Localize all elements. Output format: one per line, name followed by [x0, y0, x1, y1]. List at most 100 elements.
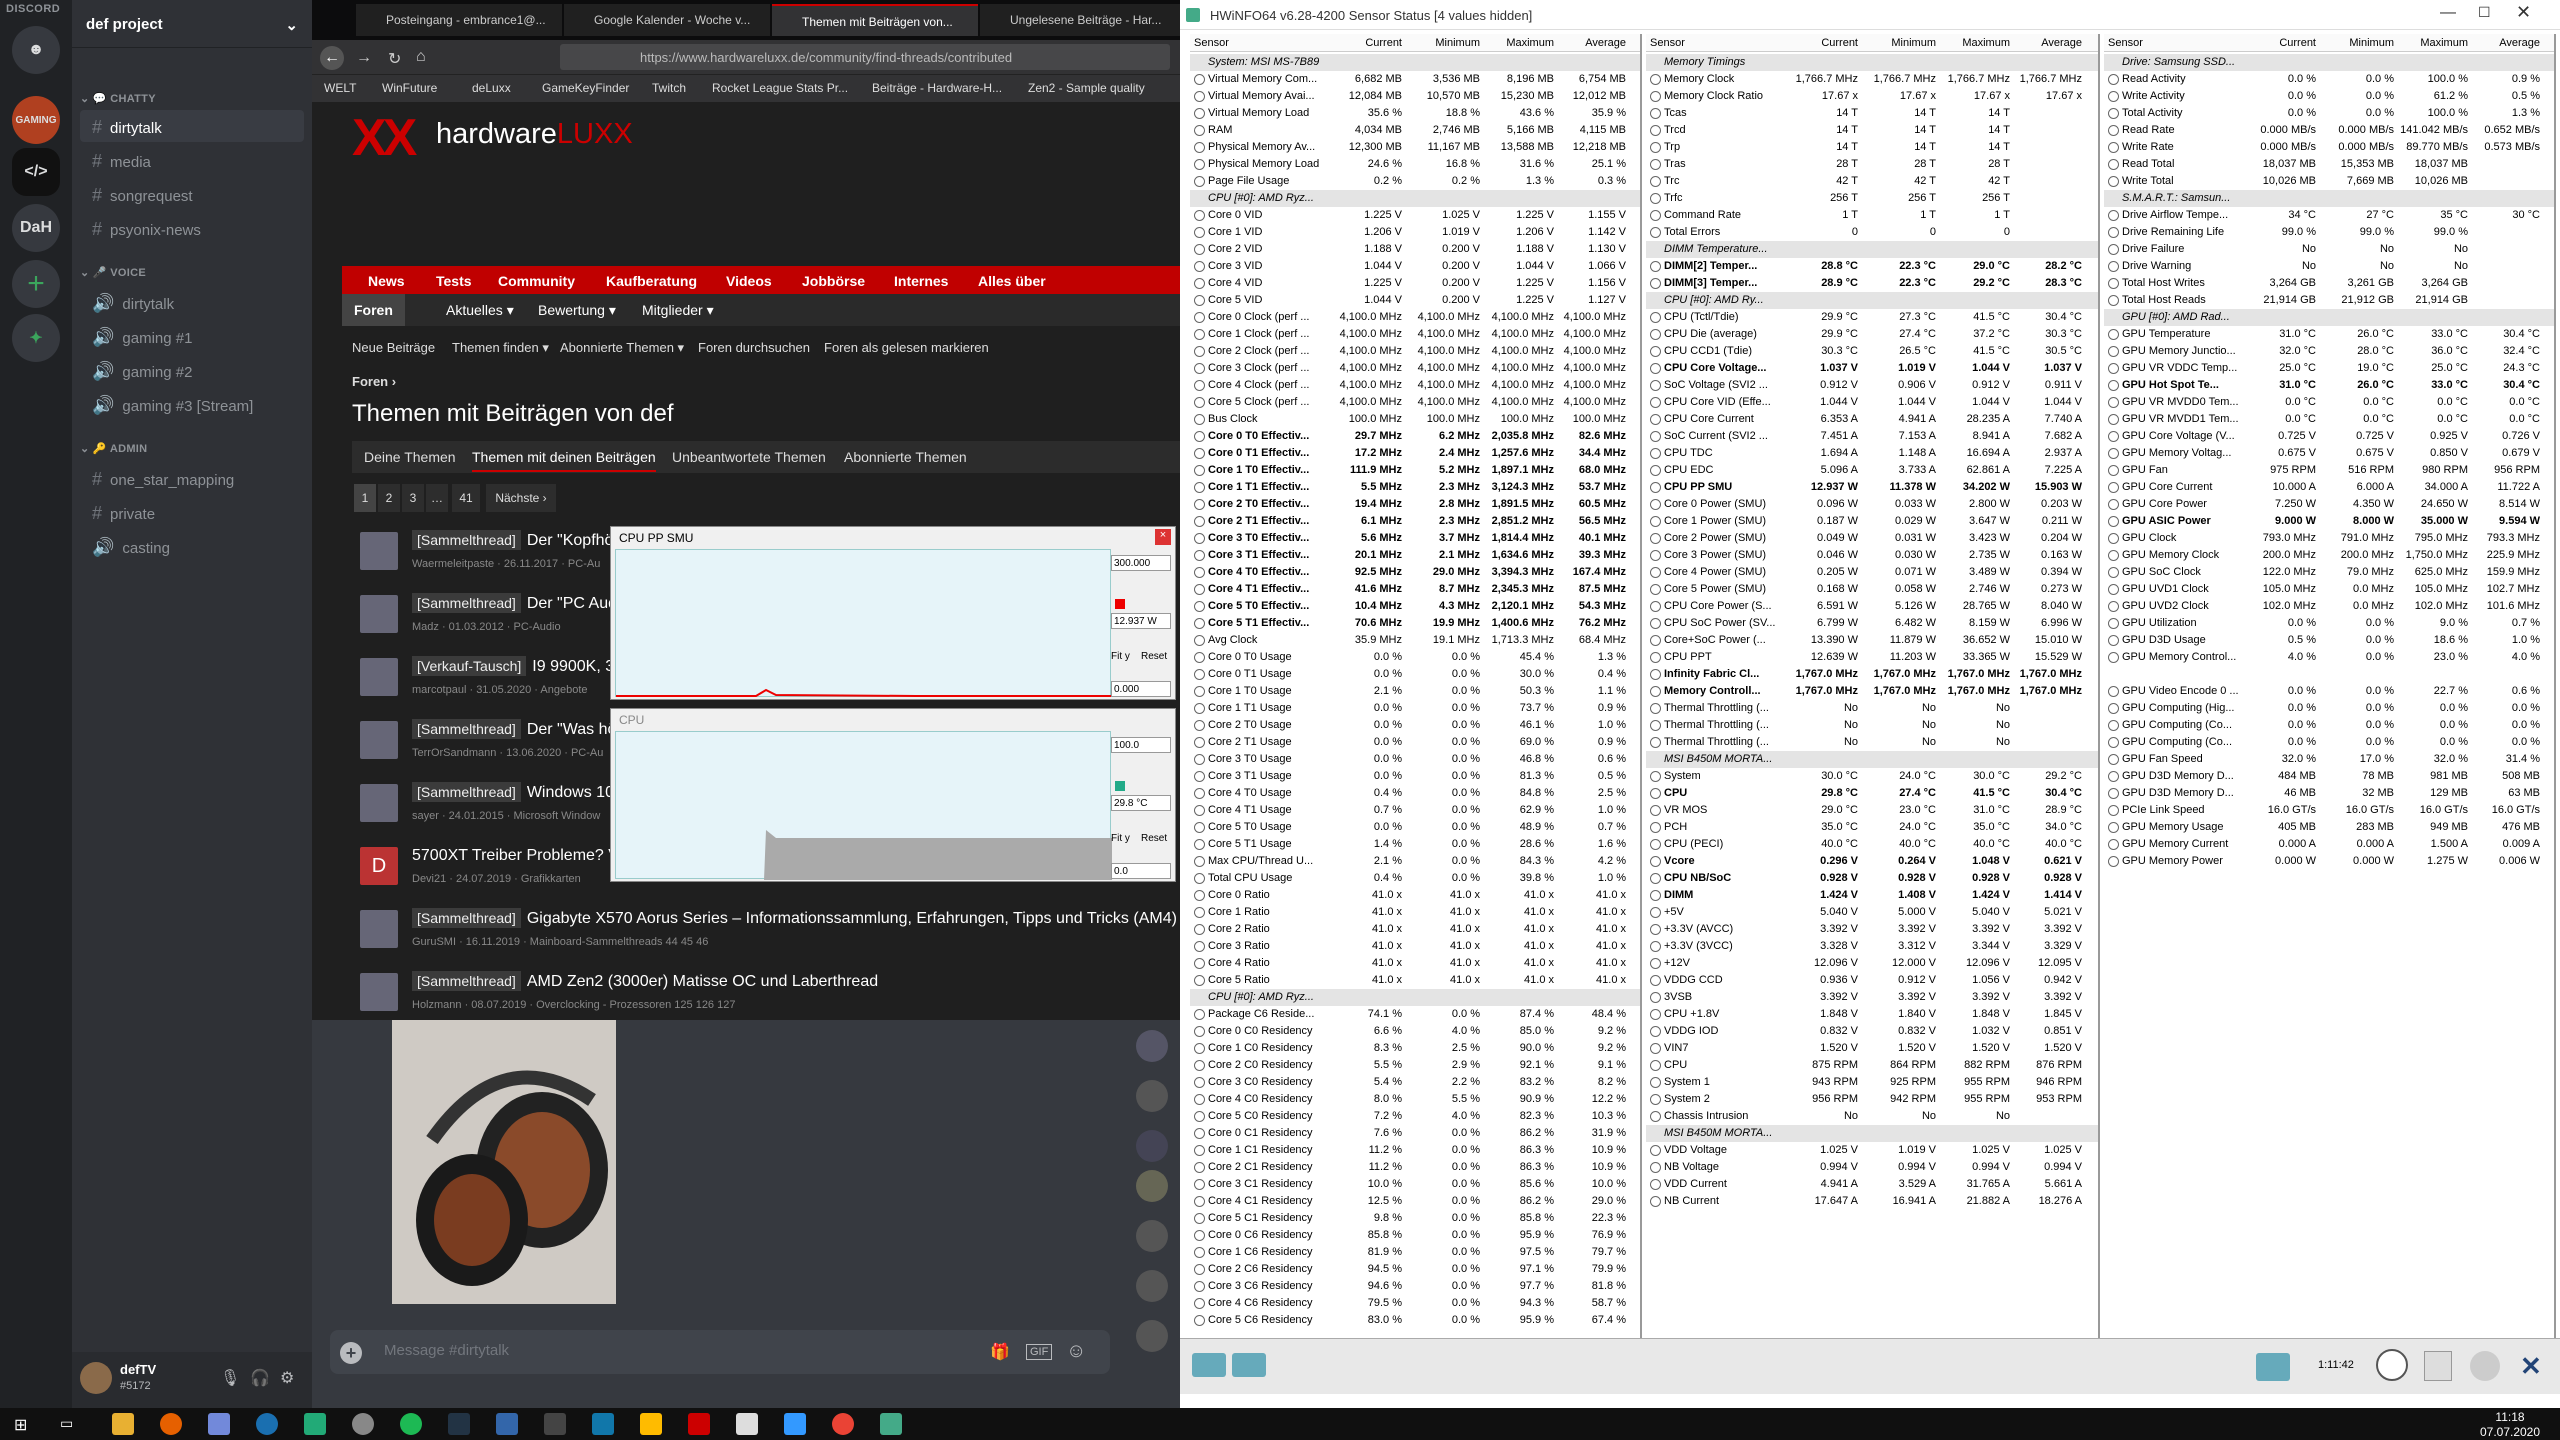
- category-voice[interactable]: ⌄ 🎤 VOICE: [80, 266, 146, 279]
- server-dah[interactable]: DaH: [12, 204, 60, 252]
- app-icon[interactable]: [784, 1413, 806, 1435]
- sensor-row[interactable]: Memory Clock Ratio 17.67 x 17.67 x 17.67 x1…: [1646, 88, 2098, 105]
- column-header[interactable]: Average: [1570, 37, 1626, 49]
- sensor-row[interactable]: Read Activity 0.0 % 0.0 % 100.0 % 0.9 %: [2104, 71, 2554, 88]
- site-logo[interactable]: XX: [352, 108, 417, 168]
- color-swatch[interactable]: [1115, 599, 1125, 609]
- sensor-row[interactable]: Core 3 Ratio 41.0 x 41.0 x 41.0 x 41.0 x: [1190, 938, 1640, 955]
- column-header[interactable]: Current: [1346, 37, 1402, 49]
- sensor-row[interactable]: Core 5 T0 Usage 0.0 % 0.0 % 48.9 % 0.7 %: [1190, 819, 1640, 836]
- sensor-row[interactable]: Total Host Reads 21,914 GB 21,912 GB 21,914…: [2104, 292, 2554, 309]
- sensor-row[interactable]: Core 5 T0 Effectiv... 10.4 MHz 4.3 MHz 2,12…: [1190, 598, 1640, 615]
- sensor-row[interactable]: Core 4 Ratio 41.0 x 41.0 x 41.0 x 41.0 x: [1190, 955, 1640, 972]
- sensor-row[interactable]: DIMM Temperature...: [1646, 241, 2098, 258]
- sensor-row[interactable]: Avg Clock 35.9 MHz 19.1 MHz 1,713.3 MHz 68.4…: [1190, 632, 1640, 649]
- sensor-row[interactable]: CPU 875 RPM 864 RPM 882 RPM 876 RPM: [1646, 1057, 2098, 1074]
- page-next[interactable]: Nächste ›: [486, 484, 556, 512]
- sensor-row[interactable]: Core 4 Power (SMU) 0.205 W 0.071 W 3.489 W0…: [1646, 564, 2098, 581]
- sensor-row[interactable]: CPU Core VID (Effe... 1.044 V 1.044 V 1.044…: [1646, 394, 2098, 411]
- sensor-row[interactable]: GPU [#0]: AMD Rad...: [2104, 309, 2554, 326]
- channel-casting[interactable]: 🔊 casting: [80, 530, 304, 562]
- sensor-row[interactable]: Vcore 0.296 V 0.264 V 1.048 V 0.621 V: [1646, 853, 2098, 870]
- thread-row[interactable]: [Sammelthread] AMD Zen2 (3000er) Matisse …: [352, 963, 1180, 1023]
- sensor-row[interactable]: SoC Current (SVI2 ... 7.451 A 7.153 A 8.941…: [1646, 428, 2098, 445]
- sensor-row[interactable]: [2104, 666, 2554, 683]
- member-avatar[interactable]: [1136, 1270, 1168, 1302]
- sensor-row[interactable]: +5V 5.040 V 5.000 V 5.040 V 5.021 V: [1646, 904, 2098, 921]
- column-header[interactable]: Average: [2026, 37, 2082, 49]
- nav-kaufberatung[interactable]: Kaufberatung: [606, 273, 697, 289]
- sensor-row[interactable]: Core 3 T1 Usage 0.0 % 0.0 % 81.3 % 0.5 %: [1190, 768, 1640, 785]
- sensor-row[interactable]: Drive: Samsung SSD...: [2104, 54, 2554, 71]
- tab-themen-mit-beitraegen[interactable]: Themen mit deinen Beiträgen: [472, 449, 656, 472]
- tab-ungelesene[interactable]: Ungelesene Beiträge - Har...: [980, 4, 1180, 36]
- discord-icon[interactable]: [208, 1413, 230, 1435]
- sensor-row[interactable]: CPU Core Voltage... 1.037 V 1.019 V 1.044 V…: [1646, 360, 2098, 377]
- reset-button[interactable]: Reset: [1141, 651, 1167, 662]
- close-icon[interactable]: ✕: [2516, 2, 2531, 23]
- app-icon[interactable]: [544, 1413, 566, 1435]
- chrome-icon[interactable]: [832, 1413, 854, 1435]
- sensor-row[interactable]: Core 2 Power (SMU) 0.049 W 0.031 W 3.423 W0…: [1646, 530, 2098, 547]
- sensor-row[interactable]: Core 2 T1 Usage 0.0 % 0.0 % 69.0 % 0.9 %: [1190, 734, 1640, 751]
- bookmark[interactable]: Twitch: [652, 81, 686, 95]
- category-chatty[interactable]: ⌄ 💬 CHATTY: [80, 92, 156, 105]
- sensor-row[interactable]: Core 2 Ratio 41.0 x 41.0 x 41.0 x 41.0 x: [1190, 921, 1640, 938]
- panel-header[interactable]: Sensor Current Minimum Maximum Average: [1190, 34, 1640, 52]
- sensor-row[interactable]: PCH 35.0 °C 24.0 °C 35.0 °C 34.0 °C: [1646, 819, 2098, 836]
- sensor-row[interactable]: Core 4 C0 Residency 8.0 % 5.5 % 90.9 % 12.2 …: [1190, 1091, 1640, 1108]
- sensor-row[interactable]: PCIe Link Speed 16.0 GT/s 16.0 GT/s 16.0 GT…: [2104, 802, 2554, 819]
- nav-community[interactable]: Community: [498, 273, 575, 289]
- sensor-row[interactable]: GPU Core Voltage (V... 0.725 V 0.725 V 0.92…: [2104, 428, 2554, 445]
- sensor-row[interactable]: GPU SoC Clock 122.0 MHz 79.0 MHz 625.0 MHz 1…: [2104, 564, 2554, 581]
- sensor-row[interactable]: S.M.A.R.T.: Samsun...: [2104, 190, 2554, 207]
- site-logo-text[interactable]: hardwareLUXX: [436, 118, 633, 151]
- sensor-row[interactable]: Core 0 T1 Effectiv... 17.2 MHz 2.4 MHz 1,25…: [1190, 445, 1640, 462]
- sensor-row[interactable]: GPU D3D Memory D... 484 MB 78 MB 981 MB 508 …: [2104, 768, 2554, 785]
- subnav-aktuelles[interactable]: Aktuelles ▾: [446, 302, 514, 319]
- channel-psyonix-news[interactable]: # psyonix-news: [80, 212, 304, 244]
- sensor-row[interactable]: Memory Clock 1,766.7 MHz 1,766.7 MHz 1,766.…: [1646, 71, 2098, 88]
- sensor-row[interactable]: GPU Computing (Hig... 0.0 % 0.0 % 0.0 % 0.0 …: [2104, 700, 2554, 717]
- sensor-row[interactable]: Core 5 Ratio 41.0 x 41.0 x 41.0 x 41.0 x: [1190, 972, 1640, 989]
- sensor-row[interactable]: GPU Memory Control... 4.0 % 0.0 % 23.0 % 4.0…: [2104, 649, 2554, 666]
- sensor-row[interactable]: Core 4 T1 Usage 0.7 % 0.0 % 62.9 % 1.0 %: [1190, 802, 1640, 819]
- sensor-row[interactable]: Total CPU Usage 0.4 % 0.0 % 39.8 % 1.0 %: [1190, 870, 1640, 887]
- column-header[interactable]: Minimum: [1880, 37, 1936, 49]
- tab-themen[interactable]: Themen mit Beiträgen von...: [772, 4, 978, 36]
- network-icon[interactable]: [2256, 1353, 2290, 1381]
- thread-row[interactable]: [Sammelthread] Gigabyte X570 Aorus Series…: [352, 900, 1180, 960]
- sensor-row[interactable]: Tras 28 T 28 T 28 T: [1646, 156, 2098, 173]
- sensor-row[interactable]: Core 1 VID 1.206 V 1.019 V 1.206 V 1.142 V: [1190, 224, 1640, 241]
- column-header[interactable]: Sensor: [2108, 37, 2143, 49]
- tab-deine-themen[interactable]: Deine Themen: [364, 449, 456, 465]
- bookmark[interactable]: WELT: [324, 81, 356, 95]
- clock-date[interactable]: 07.07.2020: [2470, 1425, 2550, 1439]
- explore-icon[interactable]: ✦: [12, 314, 60, 362]
- maximize-icon[interactable]: ☐: [2478, 4, 2491, 21]
- sensor-row[interactable]: Max CPU/Thread U... 2.1 % 0.0 % 84.3 % 4.2 %: [1190, 853, 1640, 870]
- sensor-row[interactable]: Core 5 C6 Residency 83.0 % 0.0 % 95.9 % 67.4…: [1190, 1312, 1640, 1329]
- sensor-row[interactable]: CPU Core Current 6.353 A 4.941 A 28.235 A 7.…: [1646, 411, 2098, 428]
- sensor-row[interactable]: Physical Memory Load 24.6 % 16.8 % 31.6 % 25…: [1190, 156, 1640, 173]
- sensor-row[interactable]: Write Total 10,026 MB 7,669 MB 10,026 MB: [2104, 173, 2554, 190]
- sensor-row[interactable]: Core 5 T1 Usage 1.4 % 0.0 % 28.6 % 1.6 %: [1190, 836, 1640, 853]
- sensor-row[interactable]: Virtual Memory Load 35.6 % 18.8 % 43.6 % 35.…: [1190, 105, 1640, 122]
- sensor-row[interactable]: Core 5 VID 1.044 V 0.200 V 1.225 V 1.127 V: [1190, 292, 1640, 309]
- category-admin[interactable]: ⌄ 🔑 ADMIN: [80, 442, 147, 455]
- hwinfo-taskbar-icon[interactable]: [880, 1413, 902, 1435]
- sensor-row[interactable]: Core 3 Clock (perf ... 4,100.0 MHz 4,100.0…: [1190, 360, 1640, 377]
- forward-icon[interactable]: →: [356, 49, 372, 67]
- channel-songrequest[interactable]: # songrequest: [80, 178, 304, 210]
- sensor-row[interactable]: VDDG CCD 0.936 V 0.912 V 1.056 V 0.942 V: [1646, 972, 2098, 989]
- tab-unbeantwortet[interactable]: Unbeantwortete Themen: [672, 449, 826, 465]
- app-icon[interactable]: [352, 1413, 374, 1435]
- nav-videos[interactable]: Videos: [726, 273, 772, 289]
- sensor-row[interactable]: Core 4 T0 Effectiv... 92.5 MHz 29.0 MHz 3,3…: [1190, 564, 1640, 581]
- gear-icon[interactable]: ⚙: [280, 1368, 294, 1388]
- headphones-icon[interactable]: 🎧: [250, 1368, 270, 1388]
- sensor-row[interactable]: GPU Core Current 10.000 A 6.000 A 34.000 A1…: [2104, 479, 2554, 496]
- sensor-row[interactable]: VIN7 1.520 V 1.520 V 1.520 V 1.520 V: [1646, 1040, 2098, 1057]
- page-1[interactable]: 1: [354, 484, 376, 512]
- sensor-row[interactable]: Drive Failure No No No: [2104, 241, 2554, 258]
